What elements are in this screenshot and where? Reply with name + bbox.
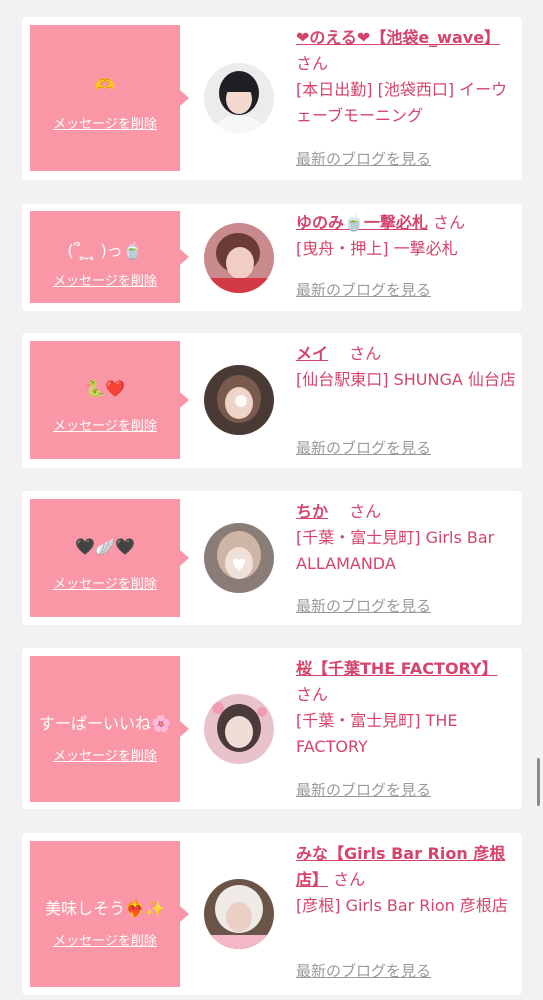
latest-blog-link[interactable]: 最新のブログを見る bbox=[296, 960, 431, 981]
shop-area: [仙台駅東口] SHUNGA 仙台店 bbox=[296, 370, 516, 389]
delete-message-link[interactable]: メッセージを削除 bbox=[30, 573, 180, 592]
message-card: すーぱーいいね🌸 メッセージを削除 桜【千葉THE FACTORY】 さん [千… bbox=[22, 648, 522, 809]
cast-info: メイ さん [仙台駅東口] SHUNGA 仙台店 bbox=[296, 341, 516, 393]
cast-info: ちか さん [千葉・富士見町] Girls Bar ALLAMANDA bbox=[296, 499, 516, 577]
avatar[interactable] bbox=[204, 879, 274, 949]
cast-name-link[interactable]: ちか bbox=[296, 502, 328, 521]
latest-blog-link[interactable]: 最新のブログを見る bbox=[296, 437, 431, 458]
honorific: さん bbox=[296, 54, 329, 73]
cast-info: みな【Girls Bar Rion 彦根店】 さん [彦根] Girls Bar… bbox=[296, 841, 516, 919]
cast-info: ❤のえる❤【池袋e_wave】 さん [本日出勤] [池袋西口] イーウェーブモ… bbox=[296, 25, 516, 129]
cast-info: 桜【千葉THE FACTORY】 さん [千葉・富士見町] THE FACTOR… bbox=[296, 656, 516, 760]
honorific: さん bbox=[333, 870, 366, 889]
honorific: さん bbox=[433, 213, 466, 232]
cast-name-link[interactable]: みな【Girls Bar Rion 彦根店】 bbox=[296, 844, 505, 889]
shop-area: [千葉・富士見町] THE FACTORY bbox=[296, 711, 458, 756]
honorific: さん bbox=[296, 685, 329, 704]
message-text: (՞ ̥ ̮ ̥ )っ🍵 bbox=[67, 241, 143, 260]
delete-message-link[interactable]: メッセージを削除 bbox=[30, 745, 180, 764]
avatar[interactable] bbox=[204, 223, 274, 293]
avatar-photo bbox=[204, 879, 274, 949]
message-bubble: すーぱーいいね🌸 メッセージを削除 bbox=[30, 656, 189, 802]
cast-name-link[interactable]: 桜【千葉THE FACTORY】 bbox=[296, 659, 498, 678]
shop-area: [曳舟・押上] 一撃必札 bbox=[296, 239, 458, 258]
cast-name-link[interactable]: メイ bbox=[296, 344, 328, 363]
avatar[interactable] bbox=[204, 694, 274, 764]
avatar-photo bbox=[204, 523, 274, 593]
message-card: 🐍❤️ メッセージを削除 メイ さん [仙台駅東口] SHUNGA 仙台店 最新… bbox=[22, 333, 522, 468]
latest-blog-link[interactable]: 最新のブログを見る bbox=[296, 148, 431, 169]
avatar-photo bbox=[204, 694, 274, 764]
shop-area: [彦根] Girls Bar Rion 彦根店 bbox=[296, 896, 508, 915]
message-card: 美味しそう❤️‍🔥✨ メッセージを削除 みな【Girls Bar Rion 彦根… bbox=[22, 833, 522, 995]
message-bubble: 🫶 メッセージを削除 bbox=[30, 25, 189, 171]
latest-blog-link[interactable]: 最新のブログを見る bbox=[296, 779, 431, 800]
delete-message-link[interactable]: メッセージを削除 bbox=[30, 113, 180, 132]
shop-area: [本日出勤] [池袋西口] イーウェーブモーニング bbox=[296, 80, 508, 125]
message-bubble: 🖤🪽🖤 メッセージを削除 bbox=[30, 499, 189, 617]
message-card: 🖤🪽🖤 メッセージを削除 ちか さん [千葉・富士見町] Girls Bar A… bbox=[22, 491, 522, 625]
message-bubble: (՞ ̥ ̮ ̥ )っ🍵 メッセージを削除 bbox=[30, 211, 189, 303]
message-card: 🫶 メッセージを削除 ❤のえる❤【池袋e_wave】 さん [本日出勤] [池袋… bbox=[22, 17, 522, 180]
honorific: さん bbox=[349, 502, 382, 521]
honorific: さん bbox=[349, 344, 382, 363]
avatar[interactable] bbox=[204, 63, 274, 133]
avatar[interactable] bbox=[204, 365, 274, 435]
latest-blog-link[interactable]: 最新のブログを見る bbox=[296, 595, 431, 616]
message-text: すーぱーいいね🌸 bbox=[39, 714, 171, 733]
latest-blog-link[interactable]: 最新のブログを見る bbox=[296, 279, 431, 300]
message-bubble: 美味しそう❤️‍🔥✨ メッセージを削除 bbox=[30, 841, 189, 987]
avatar[interactable] bbox=[204, 523, 274, 593]
message-text: 美味しそう❤️‍🔥✨ bbox=[45, 899, 165, 918]
shop-area: [千葉・富士見町] Girls Bar ALLAMANDA bbox=[296, 528, 495, 573]
delete-message-link[interactable]: メッセージを削除 bbox=[30, 270, 180, 289]
avatar-photo bbox=[204, 223, 274, 293]
cast-name-link[interactable]: ゆのみ🍵一撃必札 bbox=[296, 213, 428, 232]
delete-message-link[interactable]: メッセージを削除 bbox=[30, 415, 180, 434]
cast-name-link[interactable]: ❤のえる❤【池袋e_wave】 bbox=[296, 28, 500, 47]
message-text: 🫶 bbox=[95, 75, 115, 94]
delete-message-link[interactable]: メッセージを削除 bbox=[30, 930, 180, 949]
scrollbar[interactable] bbox=[537, 758, 540, 806]
cast-info: ゆのみ🍵一撃必札 さん [曳舟・押上] 一撃必札 bbox=[296, 210, 516, 262]
message-text: 🐍❤️ bbox=[85, 379, 125, 398]
avatar-photo bbox=[204, 63, 274, 133]
message-card: (՞ ̥ ̮ ̥ )っ🍵 メッセージを削除 ゆのみ🍵一撃必札 さん [曳舟・押上… bbox=[22, 204, 522, 311]
avatar-photo bbox=[204, 365, 274, 435]
message-text: 🖤🪽🖤 bbox=[75, 537, 135, 556]
message-bubble: 🐍❤️ メッセージを削除 bbox=[30, 341, 189, 459]
